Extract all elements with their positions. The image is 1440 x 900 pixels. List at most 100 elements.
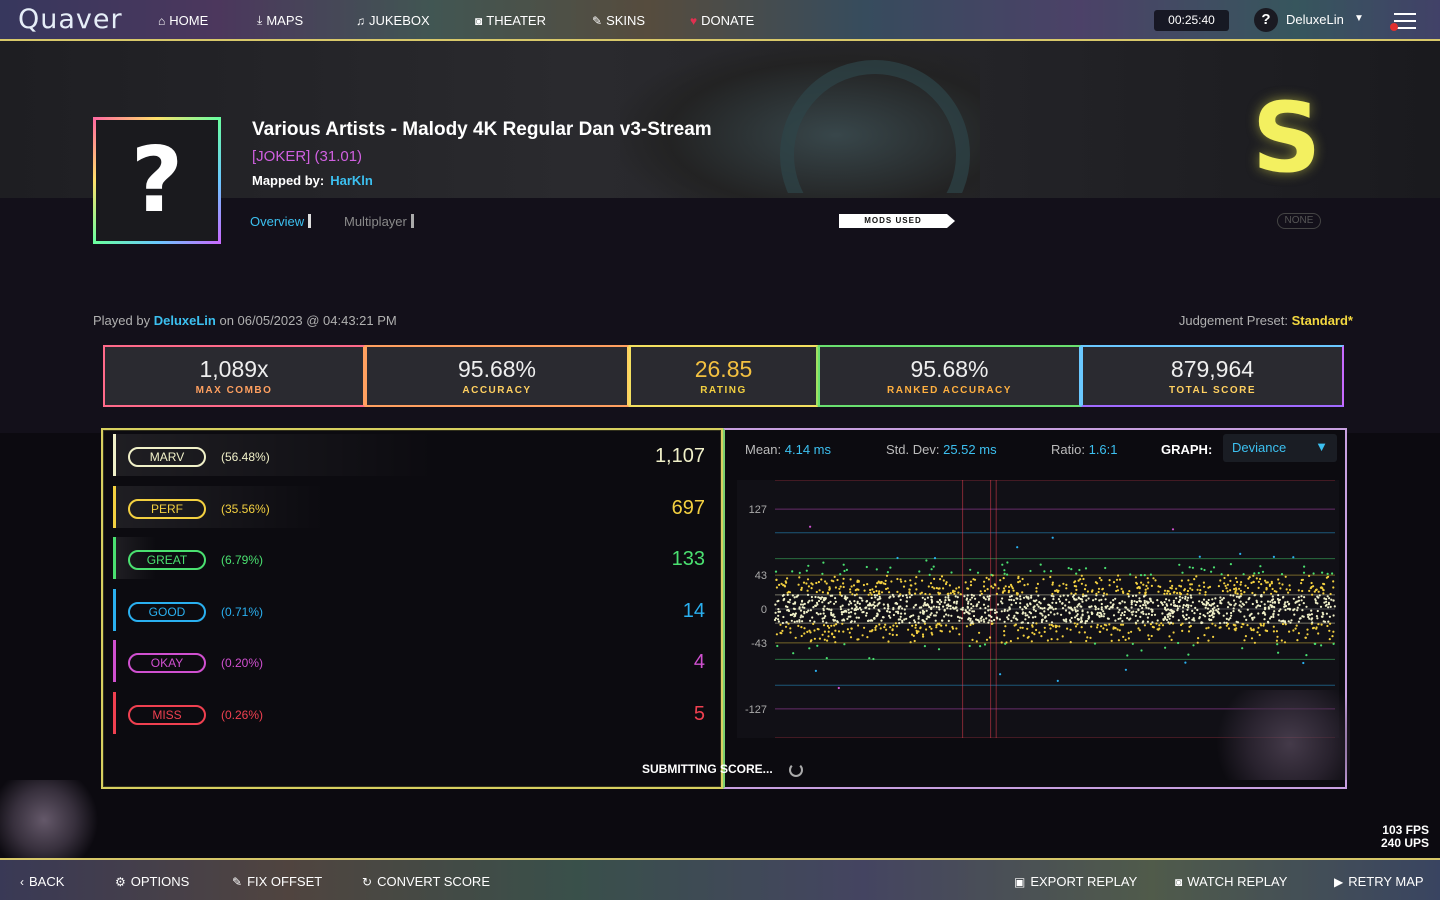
hit-point [821, 620, 825, 623]
hit-point [880, 591, 884, 594]
hit-point [1170, 603, 1173, 606]
hit-point [1306, 633, 1309, 636]
hit-point [817, 628, 820, 631]
hit-point [789, 627, 792, 630]
nav-skins[interactable]: ✎ SKINS [592, 13, 645, 28]
hit-point [839, 591, 842, 594]
hit-point [933, 577, 936, 580]
hit-point [1252, 580, 1255, 583]
hit-point [1097, 607, 1100, 610]
watch-replay-button[interactable]: ◙ WATCH REPLAY [1175, 874, 1287, 889]
hit-point [1006, 573, 1009, 576]
hit-point [1169, 609, 1172, 612]
hit-point [900, 580, 903, 583]
hit-point [1130, 603, 1133, 606]
convert-score-button[interactable]: ↻ CONVERT SCORE [362, 874, 490, 889]
hit-point [1198, 600, 1201, 603]
quaver-logo[interactable]: Quaver [18, 4, 123, 35]
username[interactable]: DeluxeLin [1286, 12, 1344, 27]
hit-point [1283, 641, 1287, 644]
judgement-preset-value[interactable]: Standard* [1292, 313, 1353, 328]
retry-map-button[interactable]: ▶ RETRY MAP [1334, 874, 1424, 889]
hit-point [870, 619, 873, 622]
hit-point [1074, 580, 1077, 583]
player-link[interactable]: DeluxeLin [154, 313, 216, 328]
nav-donate[interactable]: ♥ DONATE [690, 13, 754, 28]
hit-point [1066, 594, 1069, 597]
hit-point [775, 578, 778, 581]
hit-point [1271, 601, 1274, 604]
tab-multiplayer[interactable]: Multiplayer [344, 214, 414, 229]
hit-point [1322, 582, 1325, 585]
hit-point [1143, 599, 1146, 602]
hit-point [869, 591, 872, 594]
hit-point [1185, 613, 1188, 616]
hit-point [1130, 611, 1133, 614]
hit-point [1087, 617, 1090, 620]
hit-point [885, 574, 889, 577]
hit-point [1166, 615, 1170, 618]
std-dev-value: 25.52 ms [943, 442, 997, 457]
hit-point [878, 590, 881, 593]
fix-offset-button[interactable]: ✎ FIX OFFSET [232, 874, 322, 889]
nav-theater[interactable]: ◙ THEATER [475, 13, 546, 28]
hit-point [1104, 598, 1107, 601]
hit-point [1205, 602, 1208, 606]
hit-point [979, 594, 982, 597]
hit-point [1054, 624, 1057, 627]
mapper-link[interactable]: HarKln [330, 173, 373, 188]
back-button[interactable]: ‹ BACK [20, 874, 64, 889]
export-replay-button[interactable]: ▣ EXPORT REPLAY [1014, 874, 1137, 889]
hit-point [958, 619, 961, 622]
hit-point [870, 593, 873, 596]
hit-point [928, 625, 931, 628]
hit-point [1120, 587, 1123, 590]
hit-point [1029, 612, 1033, 615]
tab-overview[interactable]: Overview [250, 214, 311, 229]
hit-point [1269, 600, 1272, 603]
options-button[interactable]: ⚙ OPTIONS [115, 874, 189, 889]
hit-point [1133, 600, 1136, 603]
hit-point [1297, 589, 1300, 592]
chevron-down-icon[interactable]: ▼ [1354, 13, 1364, 24]
hit-point [1181, 610, 1184, 613]
hit-point [824, 580, 827, 583]
hit-point [849, 615, 852, 618]
hit-point [886, 587, 889, 590]
hit-point [1162, 618, 1165, 622]
hit-point [792, 652, 795, 655]
mapped-by: Mapped by: HarKln [252, 173, 373, 188]
hit-point [1178, 605, 1181, 608]
hit-point [1249, 613, 1252, 616]
y-tick-label: 127 [749, 504, 767, 516]
top-navigation-bar: Quaver ⌂ HOME ⤓ MAPS ♫ JUKEBOX ◙ THEATER ✎ SK… [0, 0, 1440, 41]
hit-point [947, 592, 950, 595]
user-avatar[interactable]: ? [1254, 8, 1278, 32]
hit-point [1140, 611, 1143, 614]
nav-home[interactable]: ⌂ HOME [158, 13, 208, 28]
hit-point [818, 637, 821, 640]
hit-point [1222, 597, 1225, 600]
nav-maps[interactable]: ⤓ MAPS [257, 13, 303, 28]
hit-point [1164, 646, 1167, 649]
hit-point [863, 626, 866, 629]
hit-point [1079, 605, 1082, 608]
hit-point [1219, 579, 1222, 582]
hit-point [1304, 636, 1307, 639]
nav-jukebox[interactable]: ♫ JUKEBOX [356, 13, 430, 28]
hit-point [1001, 563, 1004, 566]
hit-point [857, 588, 860, 591]
hit-point [1000, 610, 1003, 613]
hit-point [955, 602, 958, 605]
hit-point [1102, 615, 1105, 618]
hit-point [1098, 611, 1102, 614]
hit-point [899, 578, 902, 581]
hit-point [1128, 618, 1131, 621]
hit-point [1255, 577, 1258, 580]
hit-point [777, 608, 780, 611]
hit-point [878, 623, 881, 626]
hit-point [875, 625, 878, 628]
hit-point [1281, 583, 1284, 586]
hit-point [1126, 608, 1129, 611]
graph-type-select[interactable]: Deviance ▼ [1223, 434, 1337, 462]
